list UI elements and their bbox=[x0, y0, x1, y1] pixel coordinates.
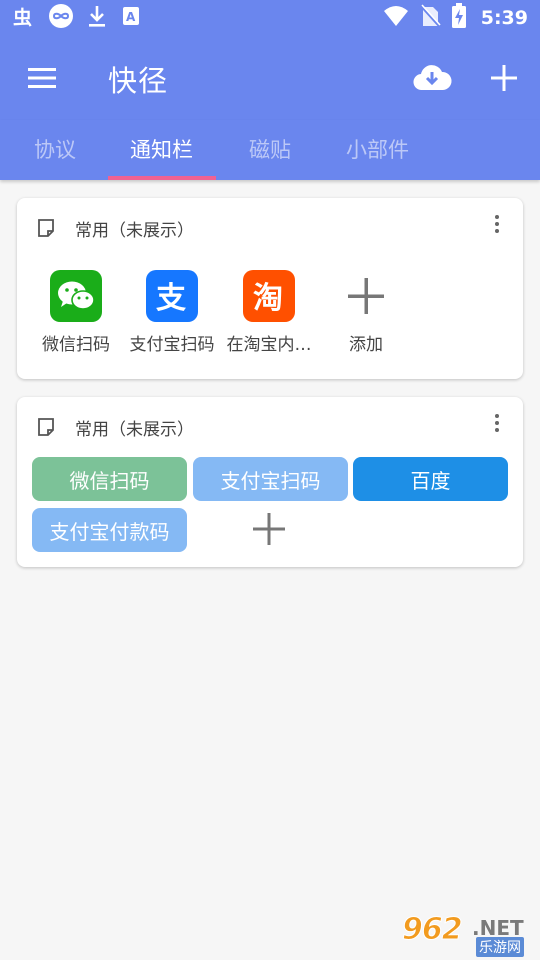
svg-text:A: A bbox=[126, 10, 136, 24]
alipay-icon: 支 bbox=[146, 270, 198, 322]
shortcut-wechat-scan[interactable]: 微信扫码 bbox=[28, 268, 124, 358]
taobao-icon: 淘 bbox=[243, 270, 295, 322]
add-icon bbox=[253, 513, 285, 545]
status-bar-system: 5:39 bbox=[383, 3, 528, 33]
wechat-icon bbox=[50, 270, 102, 322]
shortcut-label: 添加 bbox=[349, 335, 383, 355]
watermark-number: 962 bbox=[402, 912, 464, 948]
shortcut-alipay-scan[interactable]: 支 支付宝扫码 bbox=[124, 268, 220, 358]
add-icon bbox=[491, 65, 517, 91]
tab-bar: 协议 通知栏 磁贴 小部件 bbox=[0, 120, 540, 180]
add-chip-button[interactable] bbox=[247, 507, 291, 551]
menu-button[interactable] bbox=[22, 60, 62, 96]
more-options-button[interactable] bbox=[487, 212, 507, 236]
cloud-download-icon bbox=[413, 65, 452, 91]
chip-baidu[interactable]: 百度 bbox=[353, 457, 508, 501]
tab-protocol[interactable]: 协议 bbox=[34, 134, 76, 164]
more-options-button[interactable] bbox=[487, 411, 507, 435]
card-title: 常用（未展示） bbox=[75, 420, 194, 440]
battery-icon bbox=[451, 3, 467, 33]
no-sim-icon bbox=[419, 4, 441, 32]
tab-indicator bbox=[108, 176, 216, 180]
chip-alipay-pay-code[interactable]: 支付宝付款码 bbox=[32, 508, 187, 552]
cloud-download-button[interactable] bbox=[410, 58, 454, 98]
group-icon bbox=[37, 218, 55, 242]
svg-text:淘: 淘 bbox=[253, 281, 283, 316]
chip-alipay-scan[interactable]: 支付宝扫码 bbox=[193, 457, 348, 501]
status-bar: 虫 A 5:39 bbox=[0, 0, 540, 36]
shortcut-group-card: 常用（未展示） 微信扫码 支付宝扫码 百度 支付宝付款码 bbox=[17, 397, 523, 567]
watermark-subtitle: 乐游网 bbox=[476, 937, 524, 957]
shortcut-label: 在淘宝内… bbox=[226, 335, 312, 355]
card-header: 常用（未展示） bbox=[17, 397, 523, 455]
card-header: 常用（未展示） bbox=[17, 198, 523, 256]
wifi-icon bbox=[383, 5, 409, 31]
infinity-notification-icon bbox=[48, 3, 74, 33]
svg-text:虫: 虫 bbox=[13, 6, 32, 28]
more-vert-icon bbox=[495, 414, 499, 418]
add-button[interactable] bbox=[484, 58, 524, 98]
watermark-logo: 962 .NET 乐游网 bbox=[400, 910, 534, 957]
shortcut-label: 支付宝扫码 bbox=[129, 335, 215, 355]
bug-notification-icon: 虫 bbox=[12, 4, 36, 32]
download-icon bbox=[86, 4, 108, 32]
app-bar: 快径 bbox=[0, 36, 540, 120]
app-title: 快径 bbox=[108, 64, 169, 98]
group-icon bbox=[37, 417, 55, 441]
status-bar-time: 5:39 bbox=[480, 7, 528, 29]
tab-tiles[interactable]: 磁贴 bbox=[249, 134, 291, 164]
shortcut-label: 微信扫码 bbox=[42, 335, 110, 355]
chip-wechat-scan[interactable]: 微信扫码 bbox=[32, 457, 187, 501]
shortcut-add[interactable]: 添加 bbox=[318, 268, 414, 358]
shortcut-group-card: 常用（未展示） 微信扫码 支 支付宝扫码 淘 在淘宝内… 添加 bbox=[17, 198, 523, 379]
app-notification-icon: A bbox=[120, 4, 142, 32]
card-title: 常用（未展示） bbox=[75, 221, 194, 241]
add-icon bbox=[340, 270, 392, 322]
more-vert-icon bbox=[495, 215, 499, 219]
shortcut-taobao[interactable]: 淘 在淘宝内… bbox=[221, 268, 317, 358]
svg-text:支: 支 bbox=[156, 281, 186, 316]
tab-widgets[interactable]: 小部件 bbox=[346, 134, 409, 164]
tab-notification-bar[interactable]: 通知栏 bbox=[130, 134, 193, 164]
menu-icon bbox=[28, 68, 56, 88]
status-bar-notifications: 虫 A bbox=[12, 3, 142, 33]
